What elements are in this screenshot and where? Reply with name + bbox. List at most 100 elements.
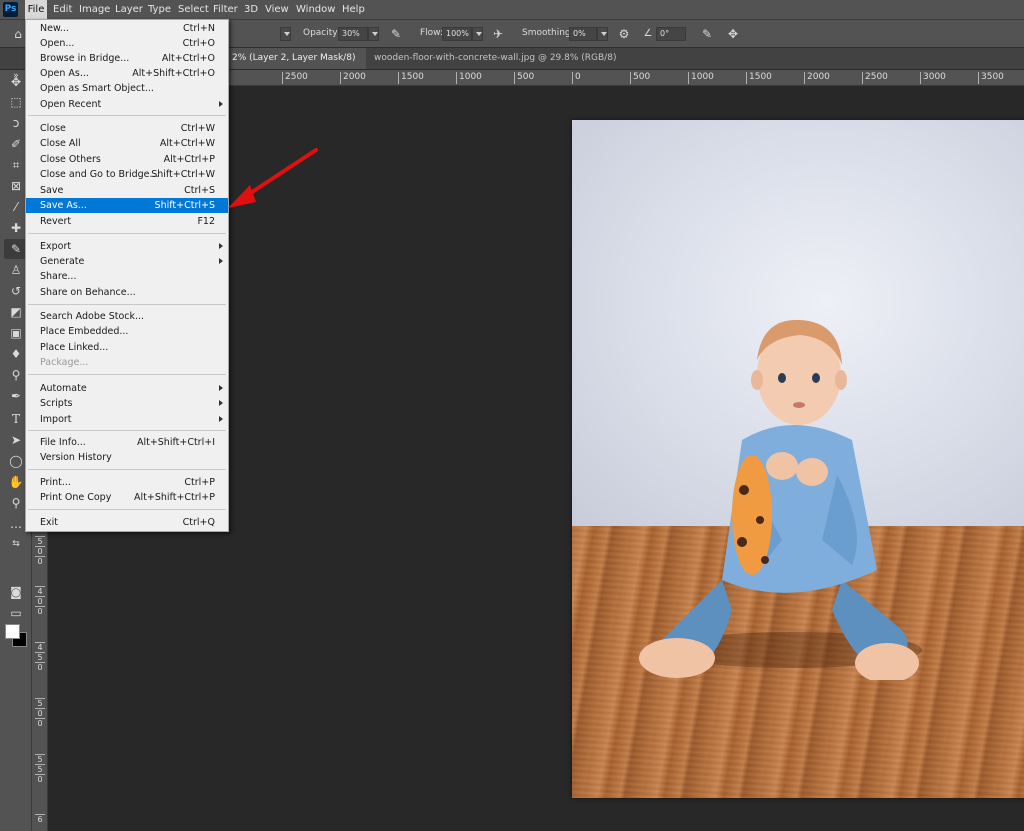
menu-layer[interactable]: Layer	[115, 0, 143, 19]
ruler-tick: 0	[35, 596, 45, 606]
ruler-tick: 1500	[398, 72, 424, 84]
menu-file[interactable]: File	[25, 0, 47, 19]
home-icon[interactable]: ⌂	[10, 26, 26, 42]
menu-item-share[interactable]: Share...	[26, 269, 228, 284]
menu-item-label: Share on Behance...	[40, 287, 136, 298]
menu-item-close[interactable]: Close Ctrl+W	[26, 121, 228, 136]
default-colors-icon[interactable]: ⇆	[4, 534, 28, 554]
ruler-tick: 0	[35, 556, 45, 566]
menu-separator	[28, 304, 226, 305]
menu-item-print[interactable]: Print... Ctrl+P	[26, 475, 228, 490]
opacity-input[interactable]: 30%	[338, 27, 368, 41]
menu-item-close-others[interactable]: Close Others Alt+Ctrl+P	[26, 152, 228, 167]
ruler-tick: 5	[35, 652, 45, 662]
mode-dropdown[interactable]	[280, 27, 291, 41]
menu-help[interactable]: Help	[342, 0, 365, 19]
menu-item-share-on-behance[interactable]: Share on Behance...	[26, 285, 228, 300]
menu-bar: Ps File Edit Image Layer Type Select Fil…	[0, 0, 1024, 19]
menu-filter[interactable]: Filter	[213, 0, 238, 19]
menu-item-search-adobe-stock[interactable]: Search Adobe Stock...	[26, 309, 228, 324]
menu-item-generate[interactable]: Generate	[26, 254, 228, 269]
flow-dropdown[interactable]	[472, 27, 483, 41]
menu-item-shortcut: F12	[197, 216, 215, 227]
menu-item-label: Print One Copy	[40, 492, 112, 503]
menu-item-scripts[interactable]: Scripts	[26, 396, 228, 411]
menu-item-close-and-go-to-bridge[interactable]: Close and Go to Bridge... Shift+Ctrl+W	[26, 167, 228, 182]
menu-item-place-embedded[interactable]: Place Embedded...	[26, 324, 228, 339]
menu-item-save-as[interactable]: Save As... Shift+Ctrl+S	[26, 198, 228, 213]
gear-icon[interactable]: ⚙	[616, 26, 632, 42]
menu-item-open[interactable]: Open... Ctrl+O	[26, 36, 228, 51]
menu-item-shortcut: Ctrl+O	[182, 38, 215, 49]
pressure-opacity-icon[interactable]: ✎	[388, 26, 404, 42]
menu-separator	[28, 469, 226, 470]
ruler-tick: 5	[35, 764, 45, 774]
menu-item-file-info[interactable]: File Info... Alt+Shift+Ctrl+I	[26, 435, 228, 450]
menu-view[interactable]: View	[265, 0, 289, 19]
ruler-tick: 2500	[282, 72, 308, 84]
ruler-tick: 6	[35, 814, 45, 824]
menu-item-label: New...	[40, 23, 69, 34]
submenu-arrow-icon	[219, 400, 223, 406]
menu-window[interactable]: Window	[296, 0, 335, 19]
menu-item-label: Close All	[40, 138, 81, 149]
menu-item-exit[interactable]: Exit Ctrl+Q	[26, 515, 228, 530]
menu-item-open-recent[interactable]: Open Recent	[26, 97, 228, 112]
menu-item-place-linked[interactable]: Place Linked...	[26, 340, 228, 355]
foreground-color-swatch[interactable]	[5, 624, 20, 639]
menu-item-version-history[interactable]: Version History	[26, 450, 228, 465]
menu-item-label: Close Others	[40, 154, 101, 165]
menu-item-label: Package...	[40, 357, 89, 368]
menu-edit[interactable]: Edit	[53, 0, 72, 19]
smoothing-input[interactable]: 0%	[569, 27, 597, 41]
menu-item-new[interactable]: New... Ctrl+N	[26, 21, 228, 36]
opacity-dropdown[interactable]	[368, 27, 379, 41]
menu-item-label: Browse in Bridge...	[40, 53, 130, 64]
menu-item-open-as-smart-object[interactable]: Open as Smart Object...	[26, 81, 228, 96]
menu-item-open-as[interactable]: Open As... Alt+Shift+Ctrl+O	[26, 66, 228, 81]
menu-item-close-all[interactable]: Close All Alt+Ctrl+W	[26, 136, 228, 151]
menu-item-shortcut: Shift+Ctrl+S	[154, 200, 215, 211]
smoothing-dropdown[interactable]	[597, 27, 608, 41]
menu-item-browse-in-bridge[interactable]: Browse in Bridge... Alt+Ctrl+O	[26, 51, 228, 66]
menu-item-label: Open as Smart Object...	[40, 83, 154, 94]
menu-image[interactable]: Image	[79, 0, 110, 19]
menu-select[interactable]: Select	[178, 0, 209, 19]
opacity-label: Opacity:	[303, 28, 340, 38]
symmetry-butterfly-icon[interactable]: ✥	[725, 26, 741, 42]
ruler-tick: 5	[35, 536, 45, 546]
menu-item-label: Version History	[40, 452, 112, 463]
ruler-tick: 0	[572, 72, 581, 84]
menu-item-shortcut: Ctrl+P	[184, 477, 215, 488]
submenu-arrow-icon	[219, 101, 223, 107]
submenu-arrow-icon	[219, 385, 223, 391]
menu-3d[interactable]: 3D	[244, 0, 258, 19]
angle-input[interactable]: 0°	[656, 27, 686, 41]
menu-item-shortcut: Alt+Shift+Ctrl+I	[136, 437, 215, 448]
ruler-tick: 1000	[456, 72, 482, 84]
menu-item-print-one-copy[interactable]: Print One Copy Alt+Shift+Ctrl+P	[26, 490, 228, 505]
flow-input[interactable]: 100%	[442, 27, 472, 41]
menu-item-automate[interactable]: Automate	[26, 381, 228, 396]
menu-item-revert[interactable]: Revert F12	[26, 214, 228, 229]
menu-item-import[interactable]: Import	[26, 412, 228, 427]
quick-mask-icon[interactable]: ◙	[4, 582, 28, 602]
menu-item-label: Scripts	[40, 398, 73, 409]
menu-item-export[interactable]: Export	[26, 239, 228, 254]
menu-item-label: Share...	[40, 271, 77, 282]
ruler-tick: 0	[35, 774, 45, 784]
ruler-tick: 0	[35, 708, 45, 718]
screen-mode-icon[interactable]: ▭	[4, 603, 28, 623]
tab-wooden-floor-document[interactable]: wooden-floor-with-concrete-wall.jpg @ 29…	[366, 48, 632, 84]
menu-type[interactable]: Type	[148, 0, 171, 19]
ruler-tick: 0	[35, 546, 45, 556]
tab-layer-mask-document[interactable]: 2% (Layer 2, Layer Mask/8) *×	[224, 48, 366, 84]
document-canvas[interactable]	[572, 120, 1024, 798]
ruler-tick: 3500	[978, 72, 1004, 84]
airbrush-icon[interactable]: ✈	[490, 26, 506, 42]
menu-item-shortcut: Ctrl+Q	[182, 517, 215, 528]
menu-item-save[interactable]: Save Ctrl+S	[26, 183, 228, 198]
ruler-tick: 4	[35, 642, 45, 652]
pressure-size-icon[interactable]: ✎	[699, 26, 715, 42]
menu-item-label: Export	[40, 241, 72, 252]
